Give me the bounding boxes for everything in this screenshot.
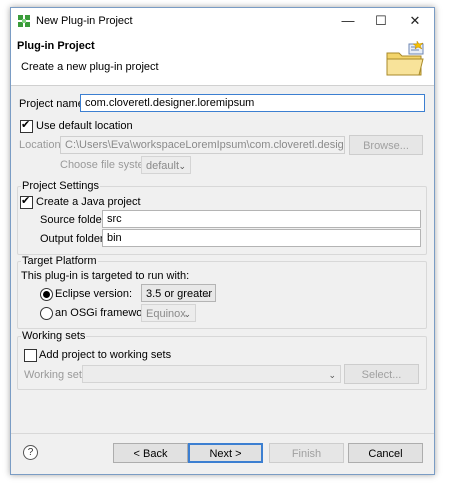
close-button[interactable]: ✕ — [398, 8, 432, 35]
osgi-framework-value: Equinox — [146, 308, 186, 320]
eclipse-version-value: 3.5 or greater — [146, 288, 213, 300]
wizard-banner: Plug-in Project Create a new plug-in pro… — [11, 35, 434, 86]
output-folder-label: Output folder: — [40, 233, 107, 245]
folder-wizard-icon — [386, 41, 424, 76]
file-system-select[interactable]: default ⌄ — [141, 156, 191, 174]
title-bar: New Plug-in Project — ☐ ✕ — [11, 8, 434, 35]
select-working-sets-button[interactable]: Select... — [344, 364, 419, 384]
window-title: New Plug-in Project — [36, 15, 133, 27]
next-button[interactable]: Next > — [188, 443, 263, 463]
chevron-down-icon: ⌄ — [178, 161, 186, 171]
project-name-label: Project name: — [19, 98, 87, 110]
help-icon[interactable]: ? — [23, 445, 38, 460]
eclipse-plugin-icon — [18, 15, 30, 27]
chevron-down-icon: ⌄ — [328, 370, 336, 380]
working-sets-title: Working sets — [21, 330, 87, 342]
eclipse-version-select[interactable]: 3.5 or greater ⌄ — [141, 284, 216, 302]
add-to-working-sets-checkbox[interactable] — [24, 349, 37, 362]
project-name-input[interactable]: com.cloveretl.designer.loremipsum — [80, 94, 425, 112]
eclipse-version-radio[interactable] — [40, 288, 53, 301]
chevron-down-icon: ⌄ — [183, 309, 191, 319]
maximize-button[interactable]: ☐ — [364, 8, 398, 35]
working-sets-label: Working sets: — [24, 369, 91, 381]
working-sets-combo[interactable]: ⌄ — [82, 365, 341, 383]
chevron-down-icon: ⌄ — [203, 289, 211, 299]
osgi-framework-select[interactable]: Equinox ⌄ — [141, 304, 196, 322]
wizard-window: New Plug-in Project — ☐ ✕ Plug-in Projec… — [10, 7, 435, 475]
cancel-button[interactable]: Cancel — [348, 443, 423, 463]
project-settings-title: Project Settings — [21, 180, 101, 192]
checkmark-icon: ✔ — [21, 195, 31, 207]
page-title: Plug-in Project — [17, 40, 95, 52]
source-folder-label: Source folder: — [40, 214, 109, 226]
back-button[interactable]: < Back — [113, 443, 188, 463]
radio-selected-dot — [43, 291, 50, 298]
osgi-framework-radio[interactable] — [40, 307, 53, 320]
output-folder-input[interactable]: bin — [102, 229, 421, 247]
browse-button[interactable]: Browse... — [349, 135, 423, 155]
page-description: Create a new plug-in project — [21, 61, 159, 73]
osgi-framework-label: an OSGi framework: — [55, 307, 155, 319]
footer-divider — [11, 433, 434, 434]
source-folder-input[interactable]: src — [102, 210, 421, 228]
target-intro-text: This plug-in is targeted to run with: — [21, 270, 190, 282]
eclipse-version-label: Eclipse version: — [55, 288, 133, 300]
target-platform-title: Target Platform — [21, 255, 98, 267]
checkmark-icon: ✔ — [21, 119, 31, 131]
location-label: Location: — [19, 139, 64, 151]
add-to-working-sets-label: Add project to working sets — [39, 349, 172, 361]
location-input[interactable]: C:\Users\Eva\workspaceLoremIpsum\com.clo… — [60, 136, 345, 154]
create-java-project-label: Create a Java project — [36, 196, 141, 208]
minimize-button[interactable]: — — [331, 8, 365, 35]
file-system-value: default — [146, 160, 180, 172]
finish-button[interactable]: Finish — [269, 443, 344, 463]
create-java-project-checkbox[interactable]: ✔ — [20, 195, 33, 209]
use-default-location-checkbox[interactable]: ✔ — [20, 119, 33, 133]
use-default-location-label: Use default location — [36, 120, 133, 132]
